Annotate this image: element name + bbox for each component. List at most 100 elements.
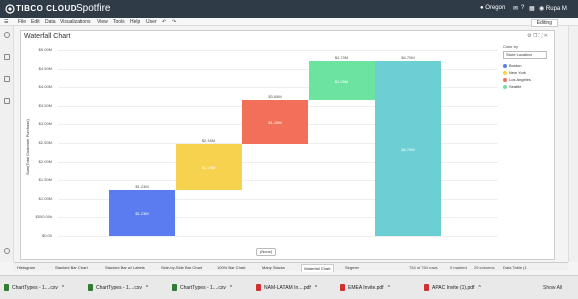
top-bar: TIBCO CLOUD Spotfire ● Oregon ✉ ? ▦ ◉ Ru… <box>0 0 578 18</box>
file-icon <box>340 284 345 292</box>
legend-label: Boston <box>509 63 522 68</box>
y-gridline <box>58 236 498 237</box>
menu-view[interactable]: View <box>97 18 108 26</box>
visualization-controls[interactable]: ⚙ ❐ ⛶ ✕ <box>527 33 548 39</box>
right-toolbar <box>568 26 578 262</box>
y-gridline <box>58 50 498 51</box>
undo-icon[interactable]: ↶ <box>162 18 166 26</box>
visualization-panel[interactable] <box>20 30 555 260</box>
chevron-up-icon[interactable]: ^ <box>230 285 232 291</box>
legend-item[interactable]: Boston <box>503 62 547 69</box>
bar-value-label: $1.23M <box>201 165 216 171</box>
maximize-icon[interactable]: ⛶ <box>539 33 543 39</box>
tab-waterfall-chart[interactable]: Waterfall Chart <box>301 264 334 272</box>
menu-help[interactable]: Help <box>130 18 140 26</box>
menu-tools[interactable]: Tools <box>113 18 125 26</box>
tab-100-bar-chart[interactable]: 100% Bar Chart <box>217 264 245 271</box>
download-item[interactable]: NAM-LATAM In....pdf ^ <box>256 281 317 295</box>
user-menu[interactable]: ◉ Rupa M <box>539 5 567 12</box>
y-tick-label: $5.00M <box>38 47 52 52</box>
user-avatar-icon: ◉ <box>539 6 545 12</box>
row-count: 754 of 754 rows <box>409 265 438 270</box>
menu-file[interactable]: File <box>18 18 26 26</box>
download-filename: ChartTypes - 1....csv <box>96 285 142 291</box>
column-count: 29 columns <box>474 265 495 270</box>
y-tick-label: $4.50M <box>38 65 52 71</box>
legend-heading: Color by <box>503 44 518 49</box>
settings-icon[interactable]: ⚙ <box>527 33 531 39</box>
page-tabs: Histogram Stacked Bar Chart Stacked Bar … <box>14 262 568 272</box>
legend-label: New York <box>509 70 526 75</box>
legend-item[interactable]: New York <box>503 69 547 76</box>
x-axis-selector[interactable]: (None) <box>256 248 277 256</box>
menu-data[interactable]: Data <box>45 18 56 26</box>
file-icon <box>172 284 177 292</box>
recommendations-icon[interactable] <box>4 248 10 254</box>
tab-side-by-side[interactable]: Side-by-Side Bar Chart <box>161 264 202 271</box>
analytics-icon[interactable] <box>4 98 10 104</box>
notifications-icon[interactable]: ✉ <box>513 5 518 12</box>
download-filename: ChartTypes - 1....csv <box>180 285 226 291</box>
y-tick-label: $3.50M <box>38 102 52 108</box>
show-all-button[interactable]: Show All <box>543 281 562 295</box>
y-tick-label: $2.00M <box>38 158 52 164</box>
chevron-up-icon[interactable]: ^ <box>388 285 390 291</box>
data-table-selector[interactable]: Data Table (1 <box>503 264 527 271</box>
y-tick-label: $1.50M <box>38 177 52 183</box>
download-item[interactable]: ChartTypes - 1....csv ^ <box>88 281 148 295</box>
chevron-up-icon[interactable]: ^ <box>315 285 317 291</box>
color-by-selector[interactable]: Store Location <box>503 51 547 59</box>
file-icon <box>256 284 261 292</box>
visualization-title: Waterfall Chart <box>24 33 71 40</box>
legend-swatch <box>503 71 507 75</box>
tab-many-stacks[interactable]: Many Stacks <box>262 264 285 271</box>
file-icon <box>4 284 9 292</box>
data-panel-icon[interactable] <box>4 54 10 60</box>
download-filename: EMEA Invite.pdf <box>348 285 384 291</box>
bar-value-label: $1.23M <box>135 211 149 217</box>
location-selector[interactable]: ● Oregon <box>480 5 505 11</box>
y-tick-label: $500.00k <box>35 214 52 220</box>
apps-grid-icon[interactable]: ▦ <box>529 5 535 12</box>
product-name: Spotfire <box>76 3 111 14</box>
tab-stacked-bar-chart[interactable]: Stacked Bar Chart <box>55 264 88 271</box>
marked-count: 0 marked <box>450 265 467 270</box>
menu-visualizations[interactable]: Visualizations <box>60 18 90 26</box>
chevron-up-icon[interactable]: ^ <box>478 285 480 291</box>
y-tick-label: $1.00M <box>38 195 52 201</box>
editing-mode-selector[interactable]: Editing <box>530 19 558 27</box>
legend-item[interactable]: Seattle <box>503 83 547 90</box>
close-icon[interactable]: ✕ <box>544 33 548 39</box>
legend-swatch <box>503 78 507 82</box>
y-tick-label: $3.00M <box>38 121 52 127</box>
visualization-types-icon[interactable] <box>4 76 10 82</box>
help-icon[interactable]: ? <box>521 5 524 11</box>
legend: Color by Store Location Boston New York Lo… <box>503 44 547 90</box>
tab-stacked-bar-labels[interactable]: Stacked Bar w/ Labels <box>105 264 145 271</box>
tibco-logo-icon <box>5 4 15 14</box>
redo-icon[interactable]: ↷ <box>172 18 176 26</box>
download-item[interactable]: ChartTypes - 1....csv ^ <box>4 281 64 295</box>
bar-total-label: $4.70M <box>401 55 415 61</box>
left-toolbar <box>0 26 14 262</box>
location-pin-icon: ● <box>480 5 484 11</box>
chevron-up-icon[interactable]: ^ <box>62 285 64 291</box>
legend-swatch <box>503 85 507 89</box>
legend-item[interactable]: Los Angeles <box>503 76 547 83</box>
download-item[interactable]: ChartTypes - 1....csv ^ <box>172 281 232 295</box>
menu-edit[interactable]: Edit <box>31 18 40 26</box>
download-filename: APAC Invite (1).pdf <box>432 285 475 291</box>
y-tick-label: $0.00 <box>41 233 52 238</box>
download-item[interactable]: APAC Invite (1).pdf ^ <box>424 281 481 295</box>
menu-user[interactable]: User <box>146 18 157 26</box>
bar-total-label: $1.23M <box>135 184 149 190</box>
tab-segmented[interactable]: Segmer <box>345 264 359 271</box>
hamburger-menu-icon[interactable]: ☰ <box>4 18 8 26</box>
download-item[interactable]: EMEA Invite.pdf ^ <box>340 281 390 295</box>
tab-histogram[interactable]: Histogram <box>17 264 35 271</box>
menu-bar: ☰ File Edit Data Visualizations View Too… <box>0 18 578 27</box>
y-tick-label: $4.00M <box>38 84 52 90</box>
copy-icon[interactable]: ❐ <box>533 33 537 39</box>
add-data-icon[interactable] <box>4 32 10 38</box>
chevron-up-icon[interactable]: ^ <box>146 285 148 291</box>
